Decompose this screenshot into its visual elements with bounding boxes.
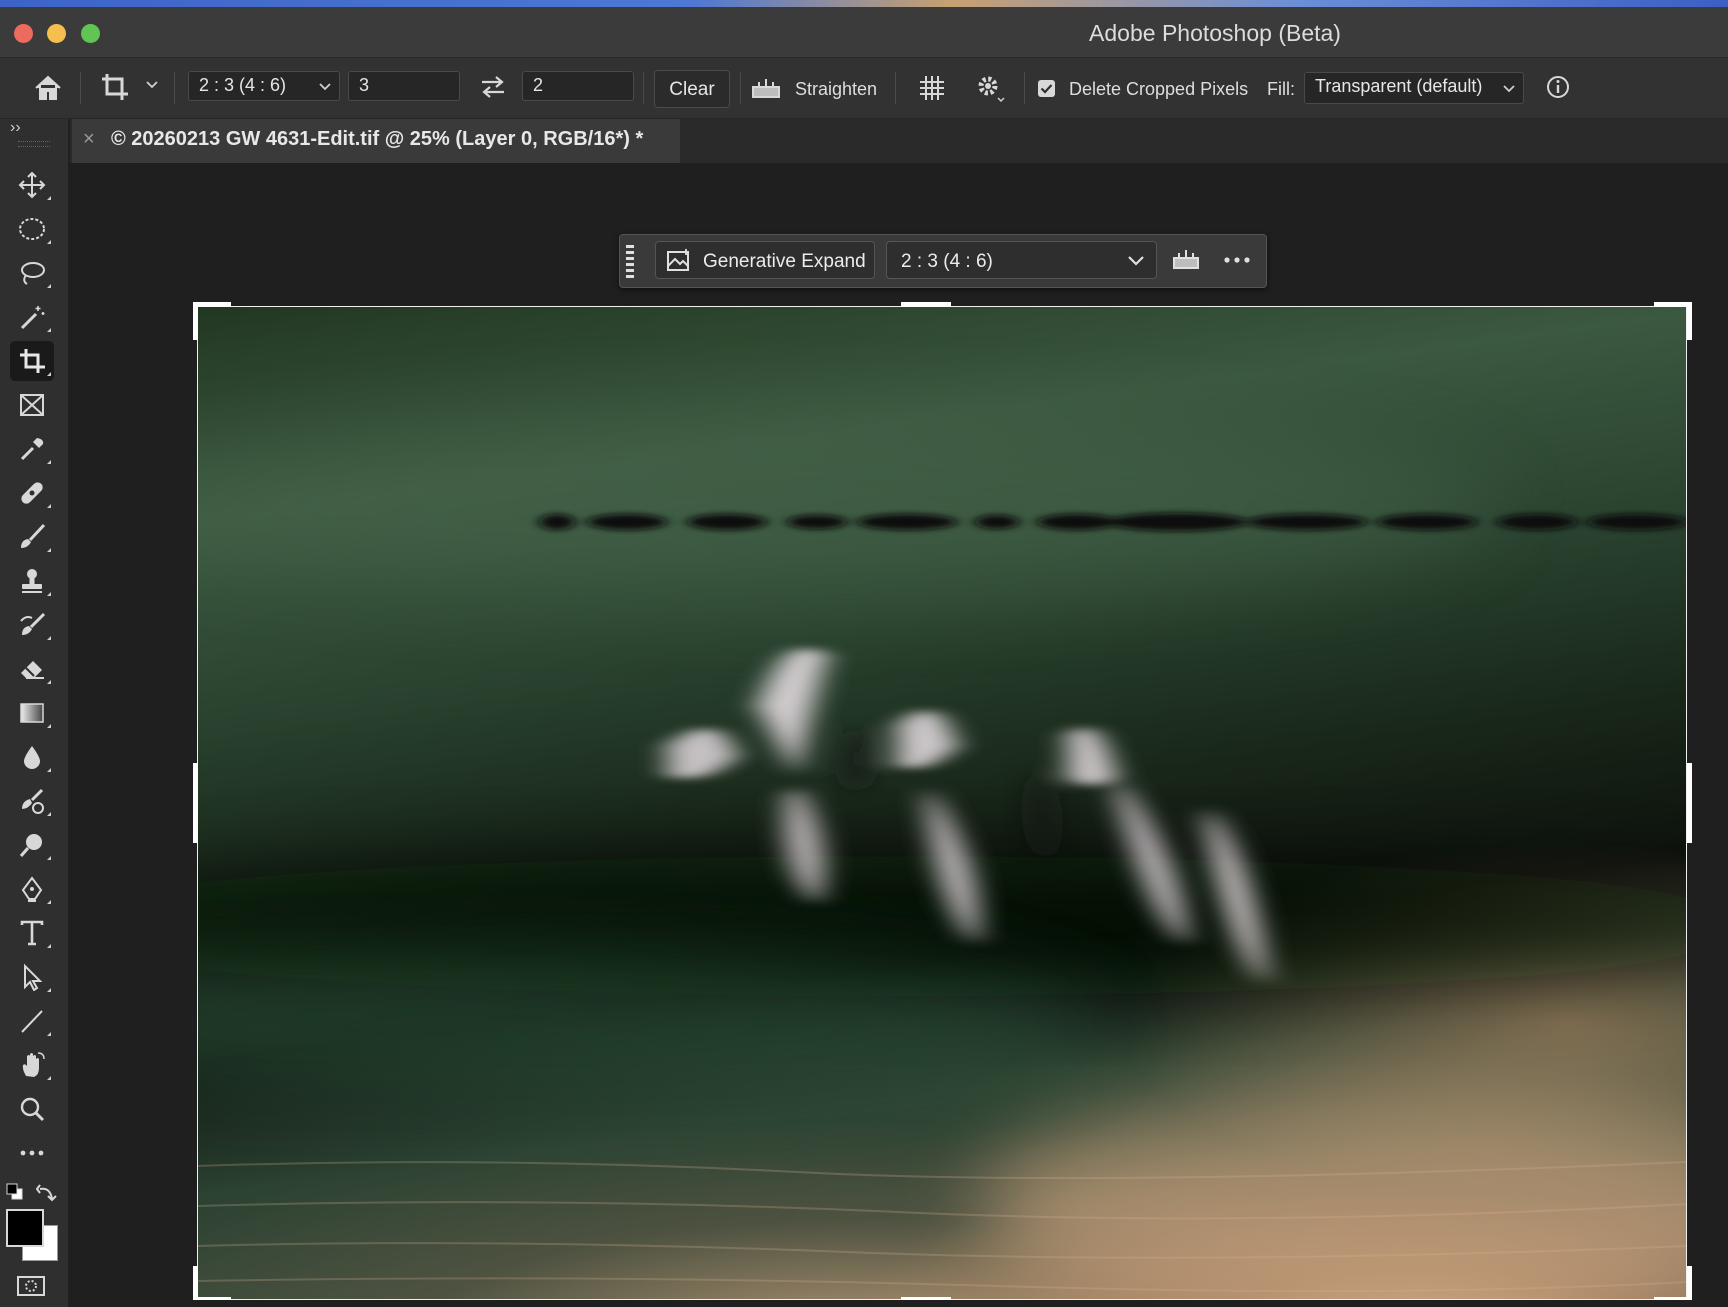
chevron-down-icon (1503, 84, 1515, 94)
move-tool-icon[interactable] (10, 165, 54, 205)
crop-handle-bottom-right-horizontal[interactable] (1654, 1297, 1692, 1300)
type-icon[interactable] (10, 913, 54, 953)
height-value: 2 (533, 75, 544, 95)
quick-mask-icon[interactable] (16, 1274, 46, 1298)
delete-cropped-label[interactable]: Delete Cropped Pixels (1069, 79, 1248, 100)
generative-expand-label: Generative Expand (703, 251, 866, 272)
width-value: 3 (359, 75, 370, 95)
hand-icon[interactable] (10, 1045, 54, 1085)
title-bar: Adobe Photoshop (Beta) (0, 7, 1728, 58)
foreground-color-swatch[interactable] (6, 1209, 44, 1247)
more-icon[interactable] (1222, 250, 1252, 270)
ratio-preset-value: 2 : 3 (4 : 6) (199, 75, 287, 95)
more-tools-icon[interactable] (10, 1133, 54, 1173)
crop-handle-top-right-vertical[interactable] (1687, 302, 1692, 340)
document-tab-title[interactable]: © 20260213 GW 4631-Edit.tif @ 25% (Layer… (111, 128, 643, 151)
clear-button[interactable]: Clear (654, 70, 730, 108)
separator (1024, 72, 1025, 104)
frame-icon[interactable] (10, 385, 54, 425)
fill-value: Transparent (default) (1315, 76, 1483, 96)
separator (643, 72, 644, 104)
healing-brush-icon[interactable] (10, 473, 54, 513)
close-window-button[interactable] (14, 24, 33, 43)
separator (895, 72, 896, 104)
window-top-accent (0, 0, 1728, 7)
blur-icon[interactable] (10, 737, 54, 777)
default-colors-icon[interactable] (6, 1183, 24, 1201)
context-ratio-dropdown[interactable]: 2 : 3 (4 : 6) (886, 241, 1157, 279)
straighten-label[interactable]: Straighten (795, 79, 877, 100)
generative-expand-icon (666, 248, 692, 274)
magic-wand-icon[interactable] (10, 297, 54, 337)
crop-handle-top-left-vertical[interactable] (193, 302, 198, 340)
panel-expand-button[interactable]: ›› (10, 119, 21, 137)
path-selection-icon[interactable] (10, 957, 54, 997)
crop-handle-bottom-left[interactable] (193, 1266, 198, 1300)
dodge-icon[interactable] (10, 825, 54, 865)
drag-handle-icon[interactable] (625, 242, 635, 278)
crop-handle-bottom-center[interactable] (901, 1297, 951, 1300)
chevron-down-icon[interactable] (146, 80, 158, 90)
straighten-icon[interactable] (1171, 246, 1201, 274)
separator (80, 72, 81, 104)
pen-icon[interactable] (10, 869, 54, 909)
panel-grip (18, 141, 50, 147)
width-input[interactable]: 3 (348, 71, 460, 101)
brush-icon[interactable] (10, 517, 54, 557)
home-icon[interactable] (30, 70, 66, 106)
gradient-icon[interactable] (10, 693, 54, 733)
crop-handle-top-center[interactable] (901, 302, 951, 307)
generative-expand-button[interactable]: Generative Expand (655, 241, 875, 279)
minimize-window-button[interactable] (47, 24, 66, 43)
eyedropper-icon[interactable] (10, 429, 54, 469)
crop-icon[interactable] (10, 341, 54, 381)
crop-handle-bottom-left-horizontal[interactable] (193, 1297, 231, 1300)
options-bar: 2 : 3 (4 : 6) 3 2 Clear Straighten Delet… (0, 58, 1728, 119)
chevron-down-icon (1128, 255, 1144, 267)
crop-handle-right-center[interactable] (1687, 763, 1692, 843)
clone-stamp-icon[interactable] (10, 561, 54, 601)
swap-colors-icon[interactable] (36, 1183, 58, 1203)
crop-handle-bottom-right[interactable] (1687, 1266, 1692, 1300)
crop-tool-icon[interactable] (98, 70, 138, 106)
height-input[interactable]: 2 (522, 71, 634, 101)
line-icon[interactable] (10, 1001, 54, 1041)
delete-cropped-checkbox[interactable] (1038, 80, 1055, 97)
history-brush-icon[interactable] (10, 605, 54, 645)
crop-handle-left-center[interactable] (193, 763, 198, 843)
crop-handle-top-left[interactable] (193, 302, 231, 307)
tools-panel: ›› (0, 119, 69, 1307)
fill-dropdown[interactable]: Transparent (default) (1304, 72, 1524, 104)
lasso-icon[interactable] (10, 253, 54, 293)
separator (174, 72, 175, 104)
zoom-icon[interactable] (10, 1089, 54, 1129)
straighten-icon[interactable] (750, 75, 782, 101)
settings-icon[interactable] (974, 72, 1006, 104)
fill-label: Fill: (1267, 79, 1295, 99)
elliptical-marquee-icon[interactable] (10, 209, 54, 249)
ratio-preset-dropdown[interactable]: 2 : 3 (4 : 6) (188, 71, 340, 101)
burn-icon[interactable] (10, 781, 54, 821)
grid-overlay-icon[interactable] (917, 73, 947, 103)
info-icon[interactable] (1546, 75, 1570, 99)
maximize-window-button[interactable] (81, 24, 100, 43)
separator (740, 72, 741, 104)
chevron-down-icon (319, 82, 331, 92)
tab-close-button[interactable]: × (83, 128, 95, 151)
crop-frame[interactable] (197, 306, 1687, 1300)
context-ratio-value: 2 : 3 (4 : 6) (901, 251, 993, 272)
eraser-icon[interactable] (10, 649, 54, 689)
app-title: Adobe Photoshop (Beta) (1089, 20, 1341, 46)
swap-icon[interactable] (478, 72, 508, 102)
